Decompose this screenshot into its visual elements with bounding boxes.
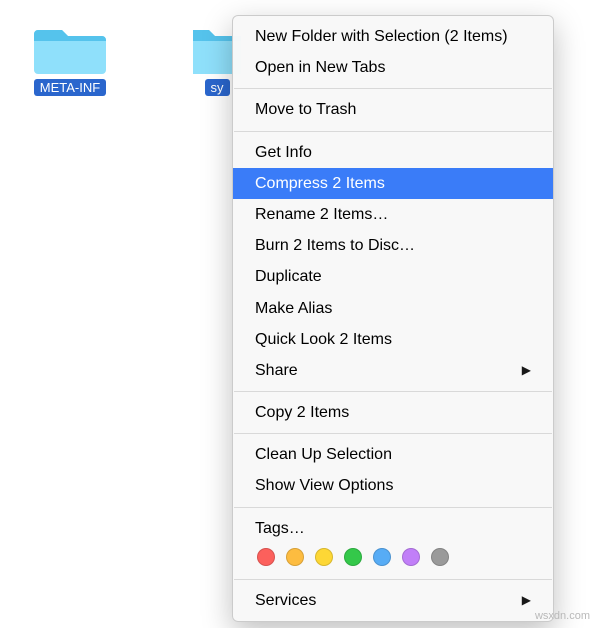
menu-item-label: Duplicate xyxy=(255,265,322,288)
menu-item-tags[interactable]: Tags… xyxy=(233,513,553,574)
menu-item-copy[interactable]: Copy 2 Items xyxy=(233,397,553,428)
tag-dot-yellow[interactable] xyxy=(315,548,333,566)
menu-item-label: Tags… xyxy=(255,517,531,540)
menu-item-label: Burn 2 Items to Disc… xyxy=(255,234,415,257)
tag-dot-blue[interactable] xyxy=(373,548,391,566)
menu-item-new-folder-selection[interactable]: New Folder with Selection (2 Items) xyxy=(233,21,553,52)
menu-item-label: Open in New Tabs xyxy=(255,56,385,79)
menu-item-label: Make Alias xyxy=(255,297,332,320)
menu-item-label: New Folder with Selection (2 Items) xyxy=(255,25,508,48)
menu-item-label: Show View Options xyxy=(255,474,393,497)
menu-item-clean-up[interactable]: Clean Up Selection xyxy=(233,439,553,470)
menu-item-view-options[interactable]: Show View Options xyxy=(233,470,553,501)
menu-item-duplicate[interactable]: Duplicate xyxy=(233,261,553,292)
menu-item-label: Move to Trash xyxy=(255,98,356,121)
menu-item-label: Copy 2 Items xyxy=(255,401,349,424)
context-menu: New Folder with Selection (2 Items) Open… xyxy=(232,15,554,622)
menu-separator xyxy=(234,391,552,392)
folder-item-meta-inf[interactable]: META-INF xyxy=(25,20,115,96)
menu-item-rename[interactable]: Rename 2 Items… xyxy=(233,199,553,230)
tag-color-row xyxy=(255,540,531,570)
watermark-text: wsxdn.com xyxy=(535,610,590,622)
menu-item-label: Compress 2 Items xyxy=(255,172,385,195)
menu-item-label: Quick Look 2 Items xyxy=(255,328,392,351)
finder-window-area[interactable]: META-INF sy New Folder with Selection (2… xyxy=(0,0,600,628)
menu-separator xyxy=(234,433,552,434)
menu-item-services[interactable]: Services ▶ xyxy=(233,585,553,616)
menu-item-move-to-trash[interactable]: Move to Trash xyxy=(233,94,553,125)
tag-dot-gray[interactable] xyxy=(431,548,449,566)
menu-item-compress[interactable]: Compress 2 Items xyxy=(233,168,553,199)
tag-dot-red[interactable] xyxy=(257,548,275,566)
menu-item-label: Rename 2 Items… xyxy=(255,203,388,226)
menu-item-get-info[interactable]: Get Info xyxy=(233,137,553,168)
menu-item-label: Share xyxy=(255,359,298,382)
tag-dot-orange[interactable] xyxy=(286,548,304,566)
tag-dot-green[interactable] xyxy=(344,548,362,566)
menu-separator xyxy=(234,507,552,508)
menu-item-make-alias[interactable]: Make Alias xyxy=(233,293,553,324)
chevron-right-icon: ▶ xyxy=(522,592,531,609)
menu-item-open-new-tabs[interactable]: Open in New Tabs xyxy=(233,52,553,83)
menu-item-label: Clean Up Selection xyxy=(255,443,392,466)
menu-item-share[interactable]: Share ▶ xyxy=(233,355,553,386)
folder-label: sy xyxy=(205,79,230,96)
menu-separator xyxy=(234,579,552,580)
chevron-right-icon: ▶ xyxy=(522,362,531,379)
menu-separator xyxy=(234,88,552,89)
tag-dot-purple[interactable] xyxy=(402,548,420,566)
folder-icon xyxy=(34,20,106,76)
folder-label: META-INF xyxy=(34,79,106,96)
menu-item-label: Get Info xyxy=(255,141,312,164)
menu-item-quick-look[interactable]: Quick Look 2 Items xyxy=(233,324,553,355)
menu-item-burn[interactable]: Burn 2 Items to Disc… xyxy=(233,230,553,261)
menu-separator xyxy=(234,131,552,132)
menu-item-label: Services xyxy=(255,589,316,612)
